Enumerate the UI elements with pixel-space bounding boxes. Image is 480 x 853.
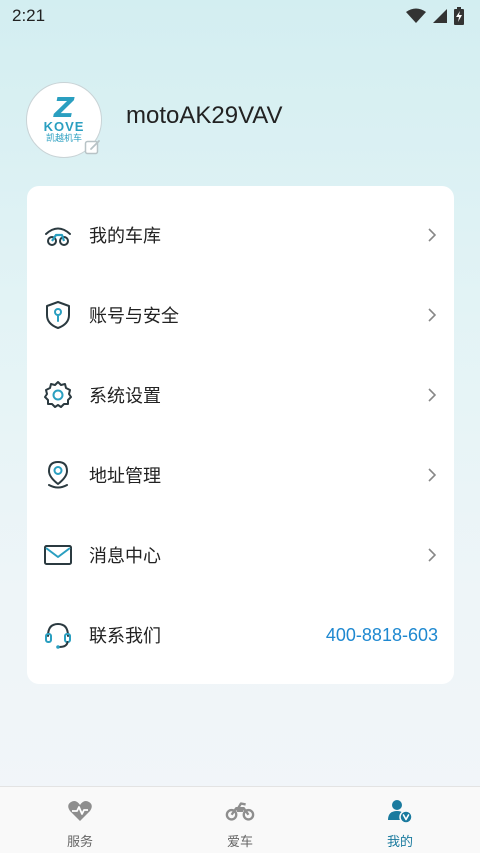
bottom-tab-bar: 服务 爱车 我的 <box>0 786 480 853</box>
username: motoAK29VAV <box>126 102 283 129</box>
chevron-right-icon <box>426 467 438 483</box>
edit-avatar-icon[interactable] <box>84 138 102 156</box>
gear-icon <box>43 380 73 410</box>
menu-item-system-settings[interactable]: 系统设置 <box>27 355 454 435</box>
contact-phone-link[interactable]: 400-8818-603 <box>326 625 438 646</box>
status-time: 2:21 <box>12 6 46 25</box>
menu-item-label: 联系我们 <box>89 626 161 647</box>
tab-service[interactable]: 服务 <box>0 787 160 853</box>
avatar-brand: KOVE <box>43 118 85 134</box>
motorcycle-garage-icon <box>43 220 73 250</box>
menu-item-label: 我的车库 <box>89 226 161 247</box>
envelope-icon <box>43 540 73 570</box>
headset-icon <box>43 620 73 650</box>
status-bar: 2:21 <box>0 0 480 32</box>
chevron-right-icon <box>426 307 438 323</box>
chevron-right-icon <box>426 387 438 403</box>
status-icons <box>406 7 464 25</box>
menu-item-messages[interactable]: 消息中心 <box>27 515 454 595</box>
chevron-right-icon <box>426 227 438 243</box>
menu-item-label: 消息中心 <box>89 546 161 567</box>
motorcycle-icon <box>225 798 255 824</box>
shield-key-icon <box>43 300 73 330</box>
menu-item-contact-us[interactable]: 联系我们 400-8818-603 <box>27 595 454 675</box>
avatar-brand-sub: 凯越机车 <box>45 133 82 144</box>
tab-label: 服务 <box>66 835 93 850</box>
menu-item-account-security[interactable]: 账号与安全 <box>27 275 454 355</box>
menu-item-label: 地址管理 <box>89 466 161 487</box>
menu-item-address[interactable]: 地址管理 <box>27 435 454 515</box>
user-verified-icon <box>385 798 415 824</box>
heart-service-icon <box>65 798 95 824</box>
tab-label: 我的 <box>386 835 413 850</box>
menu-card: 我的车库 账号与安全 系统设置 地址管理 消息中心 联系我们 400-8818-… <box>27 186 454 684</box>
location-pin-icon <box>43 460 73 490</box>
tab-my-vehicle[interactable]: 爱车 <box>160 787 320 853</box>
menu-item-label: 系统设置 <box>89 386 161 407</box>
tab-label: 爱车 <box>226 835 253 850</box>
profile-header: Z KOVE 凯越机车 motoAK29VAV <box>26 82 456 162</box>
tab-mine[interactable]: 我的 <box>320 787 480 853</box>
chevron-right-icon <box>426 547 438 563</box>
avatar-logo-mark: Z <box>53 90 75 124</box>
wifi-icon <box>406 8 426 23</box>
menu-item-garage[interactable]: 我的车库 <box>27 195 454 275</box>
menu-item-label: 账号与安全 <box>89 306 179 327</box>
battery-charging-icon <box>454 7 464 25</box>
signal-icon <box>433 9 447 23</box>
